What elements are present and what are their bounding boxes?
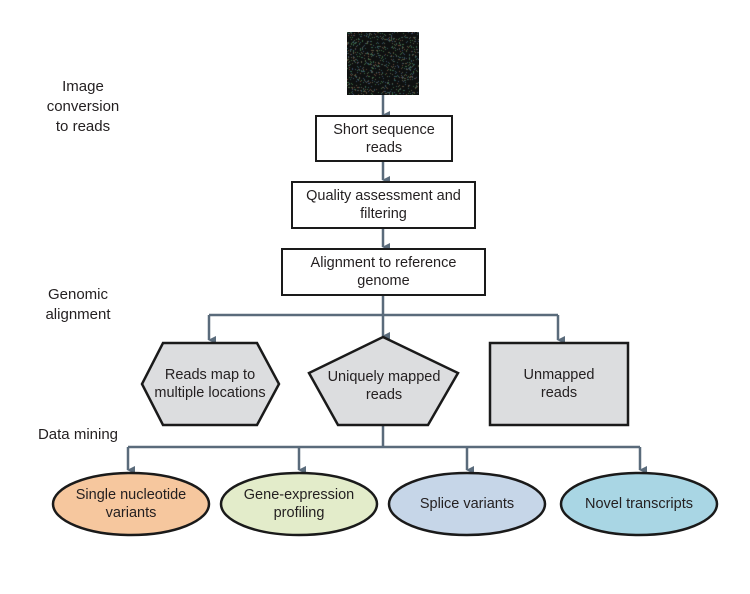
node-quality: Quality assessment and filtering — [291, 181, 476, 229]
stage-label-data-mining: Data mining — [37, 426, 119, 443]
node-short-reads: Short sequence reads — [315, 115, 453, 162]
stage-label-image-conversion: Image conversion to reads — [46, 78, 120, 135]
output-snv-label: Single nucleotide variants — [75, 487, 187, 521]
output-expression-label: Gene-expression profiling — [243, 487, 355, 521]
node-alignment: Alignment to reference genome — [281, 248, 486, 296]
sequencing-image-canvas — [347, 32, 419, 95]
node-unmapped-label: Unmapped reads — [523, 367, 595, 401]
stage-label-genomic-alignment: Genomic alignment — [45, 286, 111, 323]
node-unique-map-label: Uniquely mapped reads — [327, 369, 441, 403]
output-splice-label: Splice variants — [419, 496, 515, 512]
node-multi-map-label: Reads map to multiple locations — [154, 367, 266, 401]
output-novel-label: Novel transcripts — [585, 496, 693, 512]
sequencing-image — [347, 32, 419, 95]
